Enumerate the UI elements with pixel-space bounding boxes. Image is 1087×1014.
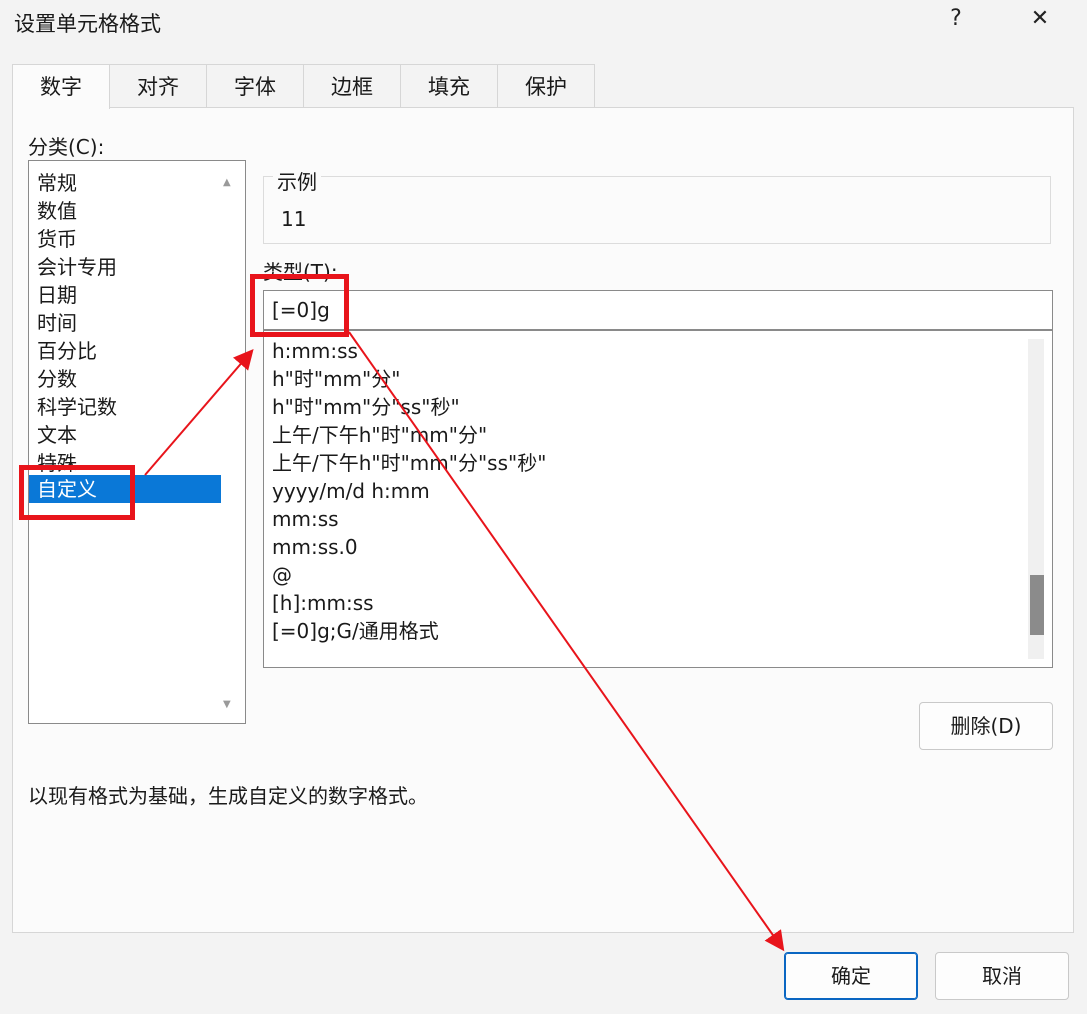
annotation-arrows — [144, 331, 785, 952]
tab-number[interactable]: 数字 — [12, 64, 110, 109]
